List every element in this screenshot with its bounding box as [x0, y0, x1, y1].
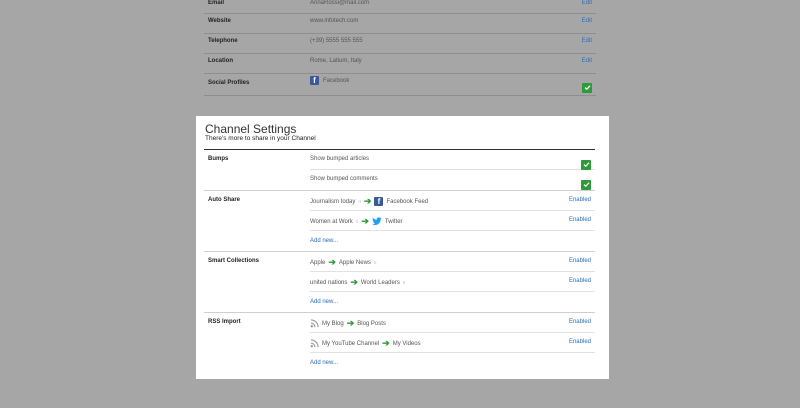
profile-row-social: Social Profiles f Facebook	[204, 74, 596, 96]
edit-location-link[interactable]: Edit	[582, 58, 592, 64]
rss-import-target: My Videos	[392, 340, 421, 347]
arrow-right-icon: ➔	[361, 216, 369, 226]
smart-collections-label: Smart Collections	[208, 258, 260, 264]
smart-collection-target: World Leaders	[360, 279, 400, 286]
profile-row-telephone: Telephone (+39) 5555 555 555 Edit	[204, 34, 596, 54]
channel-settings-title: Channel Settings	[205, 122, 297, 136]
check-icon	[581, 159, 591, 170]
rss-icon	[310, 319, 319, 328]
rss-import-row: My Blog ➔ Blog Posts Enabled	[310, 313, 595, 333]
smart-collection-enabled-link[interactable]: Enabled	[569, 278, 591, 284]
auto-share-mapping: Women at Work ⁝⁝ ➔ Twitter	[310, 217, 403, 226]
profile-row-location: Location Rome, Latium, Italy Edit	[204, 54, 596, 74]
email-value: AnnaRossi@mail.com	[310, 0, 370, 6]
smart-collection-target: Apple News	[338, 259, 371, 266]
bumps-row-articles: Show bumped articles	[310, 150, 595, 170]
rss-import-target: Blog Posts	[357, 320, 386, 327]
social-profiles-checkbox[interactable]	[582, 78, 592, 96]
auto-share-source: Women at Work	[310, 218, 353, 225]
profile-section: Email AnnaRossi@mail.com Edit Website ww…	[204, 0, 596, 96]
rss-small-icon: ⁝⁝	[373, 260, 377, 265]
auto-share-row: Women at Work ⁝⁝ ➔ Twitter Enabled	[310, 211, 595, 231]
auto-share-target: Twitter	[384, 218, 403, 225]
arrow-right-icon: ➔	[346, 318, 355, 328]
rss-import-row: My YouTube Channel ➔ My Videos Enabled	[310, 333, 595, 353]
auto-share-row: Journalism today ⁝⁝ ➔ f Facebook Feed En…	[310, 191, 595, 211]
website-value: www.infotech.com	[310, 18, 359, 24]
rss-import-mapping: My YouTube Channel ➔ My Videos	[310, 339, 421, 348]
rss-import-mapping: My Blog ➔ Blog Posts	[310, 319, 386, 328]
location-value: Rome, Latium, Italy	[310, 58, 362, 64]
telephone-label: Telephone	[208, 38, 238, 44]
rss-import-enabled-link[interactable]: Enabled	[569, 319, 591, 325]
rss-icon	[310, 339, 319, 348]
smart-collection-row: Apple ➔ Apple News ⁝⁝ Enabled	[310, 252, 595, 272]
smart-collections-group: Smart Collections Apple ➔ Apple News ⁝⁝ …	[204, 252, 595, 313]
rss-small-icon: ⁝⁝	[355, 219, 359, 224]
rss-import-source: My YouTube Channel	[322, 340, 380, 347]
rss-small-icon: ⁝⁝	[358, 199, 361, 204]
rss-import-source: My Blog	[322, 320, 344, 327]
smart-collection-row: united nations ➔ World Leaders ⁝⁝ Enable…	[310, 272, 595, 292]
auto-share-enabled-link[interactable]: Enabled	[569, 217, 591, 223]
auto-share-mapping: Journalism today ⁝⁝ ➔ f Facebook Feed	[310, 197, 428, 206]
smart-collection-mapping: united nations ➔ World Leaders ⁝⁝	[310, 278, 405, 287]
facebook-icon: f	[374, 197, 384, 206]
edit-email-link[interactable]: Edit	[582, 0, 592, 6]
channel-settings-subtitle: There's more to share in your Channel	[205, 135, 316, 142]
edit-telephone-link[interactable]: Edit	[582, 38, 592, 44]
show-bumped-articles-label: Show bumped articles	[310, 156, 370, 162]
smart-collections-add-new-link[interactable]: Add new...	[310, 299, 338, 305]
bumps-row-comments: Show bumped comments	[310, 170, 595, 190]
arrow-right-icon: ➔	[363, 196, 372, 206]
rss-import-add-new-link[interactable]: Add new...	[310, 360, 338, 366]
social-profiles-value: f Facebook	[310, 76, 349, 85]
show-bumped-comments-label: Show bumped comments	[310, 176, 378, 182]
profile-row-website: Website www.infotech.com Edit	[204, 14, 596, 34]
channel-settings-panel: Channel Settings There's more to share i…	[196, 116, 609, 379]
auto-share-enabled-link[interactable]: Enabled	[569, 197, 591, 203]
auto-share-label: Auto Share	[208, 197, 241, 203]
rss-small-icon: ⁝⁝	[402, 280, 406, 285]
rss-import-enabled-link[interactable]: Enabled	[569, 339, 591, 345]
profile-row-email: Email AnnaRossi@mail.com Edit	[204, 0, 596, 14]
bumps-group: Bumps Show bumped articles Show bumped c…	[204, 150, 595, 191]
auto-share-group: Auto Share Journalism today ⁝⁝ ➔ f Faceb…	[204, 191, 595, 252]
bumps-label: Bumps	[208, 156, 229, 162]
edit-website-link[interactable]: Edit	[582, 18, 592, 24]
telephone-value: (+39) 5555 555 555	[310, 38, 363, 44]
social-profiles-label: Social Profiles	[208, 80, 250, 86]
smart-collection-source: united nations	[310, 279, 348, 286]
auto-share-target: Facebook Feed	[386, 198, 429, 205]
arrow-right-icon: ➔	[350, 277, 358, 287]
auto-share-add-new-link[interactable]: Add new...	[310, 238, 338, 244]
arrow-right-icon: ➔	[328, 257, 336, 267]
location-label: Location	[208, 58, 233, 64]
twitter-icon	[372, 217, 382, 226]
smart-collection-enabled-link[interactable]: Enabled	[569, 258, 591, 264]
facebook-label: Facebook	[323, 77, 350, 84]
rss-import-group: RSS Import My Blog ➔ Blog Posts Enabled …	[204, 313, 595, 373]
arrow-right-icon: ➔	[382, 338, 390, 348]
rss-import-label: RSS Import	[208, 319, 241, 325]
check-icon	[581, 179, 591, 190]
facebook-icon: f	[310, 76, 319, 85]
smart-collection-mapping: Apple ➔ Apple News ⁝⁝	[310, 258, 376, 267]
website-label: Website	[208, 18, 231, 24]
smart-collection-source: Apple	[310, 259, 326, 266]
auto-share-source: Journalism today	[310, 198, 356, 205]
email-label: Email	[208, 0, 225, 6]
check-icon	[582, 82, 592, 93]
